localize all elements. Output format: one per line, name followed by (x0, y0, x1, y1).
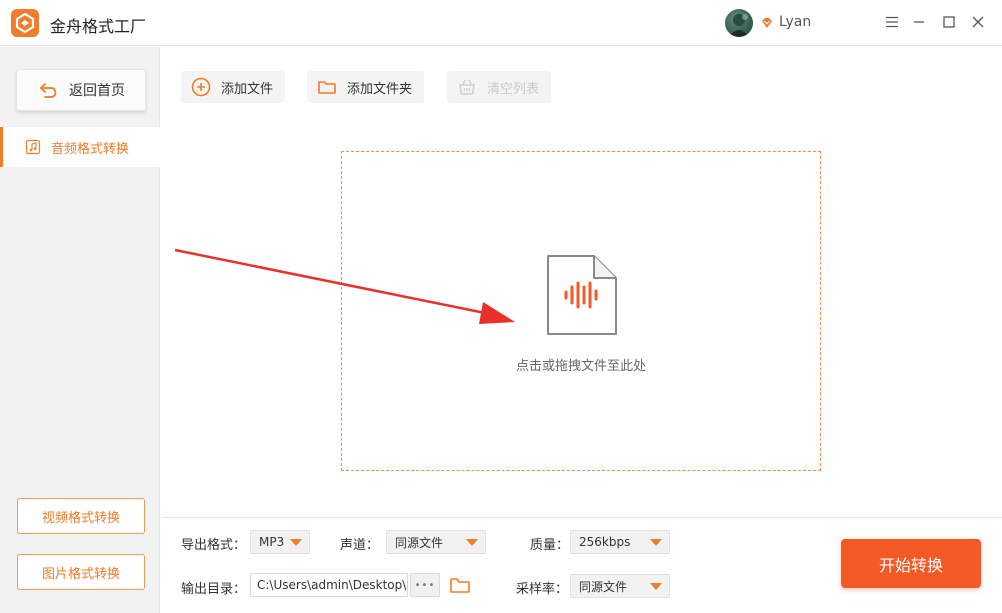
audio-file-icon (547, 255, 617, 335)
quality-select[interactable]: 256kbps (570, 530, 670, 554)
minimize-icon[interactable] (909, 12, 929, 32)
home-button-label: 返回首页 (69, 83, 125, 99)
sidebar: 返回首页 音频格式转换 视频格式转换 图片格式转换 (0, 47, 160, 613)
output-dir-label: 输出目录： (181, 582, 247, 597)
clear-list-button[interactable]: 清空列表 (447, 71, 552, 103)
vip-diamond-icon (762, 18, 772, 28)
music-note-icon (25, 139, 41, 155)
add-folder-label: 添加文件夹 (347, 81, 413, 97)
dropdown-caret-icon (650, 583, 662, 590)
sidebar-item-label: 音频格式转换 (51, 141, 130, 157)
dropdown-caret-icon (466, 539, 478, 546)
quality-value: 256kbps (579, 535, 631, 549)
dropdown-caret-icon (290, 539, 302, 546)
sample-rate-label: 采样率： (516, 582, 569, 597)
add-file-label: 添加文件 (221, 81, 274, 97)
sample-rate-value: 同源文件 (579, 579, 628, 594)
app-title: 金舟格式工厂 (50, 17, 147, 36)
ellipsis-icon: ••• (414, 579, 436, 591)
export-format-label: 导出格式： (181, 538, 247, 553)
sidebar-item-audio[interactable]: 音频格式转换 (0, 127, 160, 167)
dropdown-caret-icon (650, 539, 662, 546)
clear-list-label: 清空列表 (487, 81, 540, 97)
quality-label: 质量： (530, 538, 570, 553)
basket-icon (459, 79, 475, 95)
add-file-button[interactable]: 添加文件 (181, 71, 286, 103)
sample-rate-select[interactable]: 同源文件 (570, 574, 670, 598)
output-dir-input[interactable]: C:\Users\admin\Desktop\ (250, 573, 408, 597)
export-format-select[interactable]: MP3 (250, 530, 310, 554)
plus-circle-icon (191, 77, 211, 97)
menu-icon[interactable] (882, 12, 902, 32)
open-folder-icon[interactable] (449, 574, 471, 596)
add-folder-button[interactable]: 添加文件夹 (307, 71, 425, 103)
browse-more-button[interactable]: ••• (410, 573, 440, 597)
home-button[interactable]: 返回首页 (16, 69, 146, 111)
video-convert-button[interactable]: 视频格式转换 (17, 498, 145, 534)
file-drop-zone[interactable]: 点击或拖拽文件至此处 (341, 151, 821, 471)
title-bar: 金舟格式工厂 Lyan (0, 0, 1002, 46)
back-arrow-icon (40, 83, 57, 98)
drop-hint-text: 点击或拖拽文件至此处 (515, 359, 646, 374)
user-avatar[interactable] (725, 9, 753, 37)
export-format-value: MP3 (259, 535, 285, 549)
username[interactable]: Lyan (779, 14, 811, 30)
channel-label: 声道： (340, 538, 380, 553)
maximize-icon[interactable] (939, 12, 959, 32)
folder-icon (318, 81, 336, 94)
image-convert-button[interactable]: 图片格式转换 (17, 554, 145, 590)
channel-value: 同源文件 (395, 535, 444, 550)
start-convert-button[interactable]: 开始转换 (841, 539, 981, 588)
app-logo-icon (11, 9, 39, 37)
close-icon[interactable] (968, 12, 988, 32)
channel-select[interactable]: 同源文件 (386, 530, 486, 554)
